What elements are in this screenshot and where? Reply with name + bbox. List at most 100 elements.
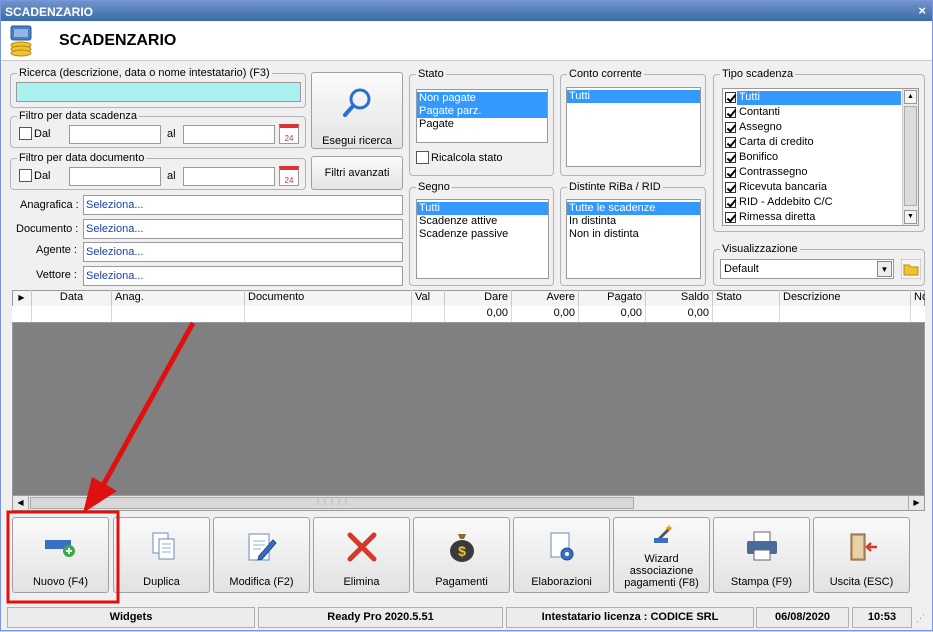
check-icon[interactable] <box>725 167 736 178</box>
distinte-list[interactable]: Tutte le scadenze In distinta Non in dis… <box>566 199 701 279</box>
check-icon[interactable] <box>725 137 736 148</box>
check-icon[interactable] <box>725 152 736 163</box>
list-item[interactable]: Scadenze passive <box>417 228 548 241</box>
tipo-scadenza-list[interactable]: Tutti Contanti Assegno Carta di credito … <box>722 88 919 226</box>
stampa-button[interactable]: Stampa (F9) <box>713 517 810 593</box>
check-icon[interactable] <box>725 122 736 133</box>
advanced-filters-button[interactable]: Filtri avanzati <box>311 156 403 190</box>
col-header-avere[interactable]: Avere <box>512 290 579 306</box>
list-item[interactable]: Non in distinta <box>567 228 700 241</box>
nuovo-button[interactable]: Nuovo (F4) <box>12 517 109 593</box>
view-select[interactable]: Default ▼ <box>720 259 894 279</box>
grid-body[interactable] <box>12 323 925 495</box>
horizontal-scrollbar[interactable]: ◀ ⋮⋮⋮⋮⋮ ▶ <box>12 495 925 511</box>
col-header-no[interactable]: No <box>911 290 925 306</box>
list-item[interactable]: Pagate <box>417 118 547 131</box>
list-item[interactable]: Scadenze attive <box>417 215 548 228</box>
due-date-to-field[interactable] <box>183 125 275 144</box>
list-item[interactable]: Tutte le scadenze <box>567 202 700 215</box>
modifica-label: Modifica (F2) <box>229 576 294 588</box>
due-date-filter-checkbox[interactable] <box>19 127 32 140</box>
col-header-pagato[interactable]: Pagato <box>579 290 646 306</box>
list-item[interactable]: Carta di credito <box>739 136 814 148</box>
vettore-field[interactable]: Seleziona... <box>83 266 403 286</box>
list-item[interactable]: Contrassegno <box>739 166 808 178</box>
col-header-dare[interactable]: Dare <box>445 290 512 306</box>
calendar-icon[interactable]: 24 <box>279 166 299 186</box>
check-icon[interactable] <box>725 92 736 103</box>
check-icon[interactable] <box>725 107 736 118</box>
search-label: Ricerca (descrizione, data o nome intest… <box>17 67 272 79</box>
doc-date-filter-label: Filtro per data documento <box>17 152 147 164</box>
scroll-thumb[interactable]: ⋮⋮⋮⋮⋮ <box>30 497 634 509</box>
recalc-checkbox[interactable] <box>416 151 429 164</box>
wizard-icon <box>654 524 673 544</box>
stato-list[interactable]: Non pagate Pagate parz. Pagate <box>416 89 548 143</box>
col-header-saldo[interactable]: Saldo <box>646 290 713 306</box>
list-item[interactable]: In distinta <box>567 215 700 228</box>
wizard-button[interactable]: Wizard associazione pagamenti (F8) <box>613 517 710 593</box>
segno-group: Segno Tutti Scadenze attive Scadenze pas… <box>409 181 554 286</box>
list-item[interactable]: Pagate parz. <box>417 105 547 118</box>
header: SCADENZARIO <box>1 21 932 61</box>
list-scrollbar[interactable]: ▲ ▼ <box>902 89 918 225</box>
calendar-icon[interactable]: 24 <box>279 124 299 144</box>
elimina-button[interactable]: Elimina <box>313 517 410 593</box>
agente-field[interactable]: Seleziona... <box>83 242 403 262</box>
page-title: SCADENZARIO <box>59 32 177 49</box>
col-header-anag[interactable]: Anag. <box>112 290 245 306</box>
anagrafica-field[interactable]: Seleziona... <box>83 195 403 215</box>
magnifier-icon <box>343 88 371 117</box>
scroll-up-icon[interactable]: ▲ <box>904 90 917 104</box>
close-icon[interactable]: × <box>918 3 926 18</box>
list-item[interactable]: Tutti <box>417 202 548 215</box>
check-icon[interactable] <box>725 212 736 223</box>
selection-highlight <box>737 91 901 105</box>
list-item[interactable]: Rimessa diretta <box>739 211 815 223</box>
list-item[interactable]: Ricevuta bancaria <box>739 181 827 193</box>
list-item[interactable]: Tutti <box>739 91 760 103</box>
pagamenti-button[interactable]: $ Pagamenti <box>413 517 510 593</box>
list-item[interactable]: Assegno <box>739 121 782 133</box>
search-button[interactable]: Esegui ricerca <box>311 72 403 149</box>
svg-text:$: $ <box>458 543 466 559</box>
col-header-stato[interactable]: Stato <box>713 290 780 306</box>
segno-list[interactable]: Tutti Scadenze attive Scadenze passive <box>416 199 549 279</box>
duplica-button[interactable]: Duplica <box>113 517 210 593</box>
folder-icon[interactable] <box>901 259 921 279</box>
chevron-down-icon[interactable]: ▼ <box>877 261 892 277</box>
scroll-down-icon[interactable]: ▼ <box>904 210 917 224</box>
search-button-label: Esegui ricerca <box>322 135 392 147</box>
scroll-thumb[interactable] <box>904 106 917 206</box>
recalc-label: Ricalcola stato <box>431 152 503 164</box>
check-icon[interactable] <box>725 182 736 193</box>
check-icon[interactable] <box>725 197 736 208</box>
col-header-descrizione[interactable]: Descrizione <box>780 290 911 306</box>
due-date-from-field[interactable] <box>69 125 161 144</box>
documento-field[interactable]: Seleziona... <box>83 219 403 239</box>
scroll-right-icon[interactable]: ▶ <box>908 496 924 510</box>
list-item[interactable]: Bonifico <box>739 151 778 163</box>
scroll-left-icon[interactable]: ◀ <box>13 496 29 510</box>
totals-cell <box>780 306 911 322</box>
doc-date-from-field[interactable] <box>69 167 161 186</box>
modifica-button[interactable]: Modifica (F2) <box>213 517 310 593</box>
col-header-val[interactable]: Val <box>412 290 445 306</box>
resize-grip-icon[interactable]: ⋰ <box>916 613 925 624</box>
status-widgets[interactable]: Widgets <box>7 607 255 628</box>
list-item[interactable]: Non pagate <box>417 92 547 105</box>
conto-list[interactable]: Tutti <box>566 87 701 167</box>
col-header-data[interactable]: Data <box>32 290 112 306</box>
doc-date-filter-checkbox[interactable] <box>19 169 32 182</box>
list-item[interactable]: Contanti <box>739 106 780 118</box>
doc-date-to-field[interactable] <box>183 167 275 186</box>
uscita-button[interactable]: Uscita (ESC) <box>813 517 910 593</box>
list-item[interactable]: Tutti <box>567 90 700 103</box>
list-item[interactable]: RID - Addebito C/C <box>739 196 833 208</box>
elaborazioni-button[interactable]: Elaborazioni <box>513 517 610 593</box>
totals-avere: 0,00 <box>512 306 579 322</box>
col-header-documento[interactable]: Documento <box>245 290 412 306</box>
elimina-label: Elimina <box>343 576 380 588</box>
due-date-filter-group: Filtro per data scadenza Dal al 24 <box>10 110 306 148</box>
search-input[interactable] <box>16 82 301 102</box>
